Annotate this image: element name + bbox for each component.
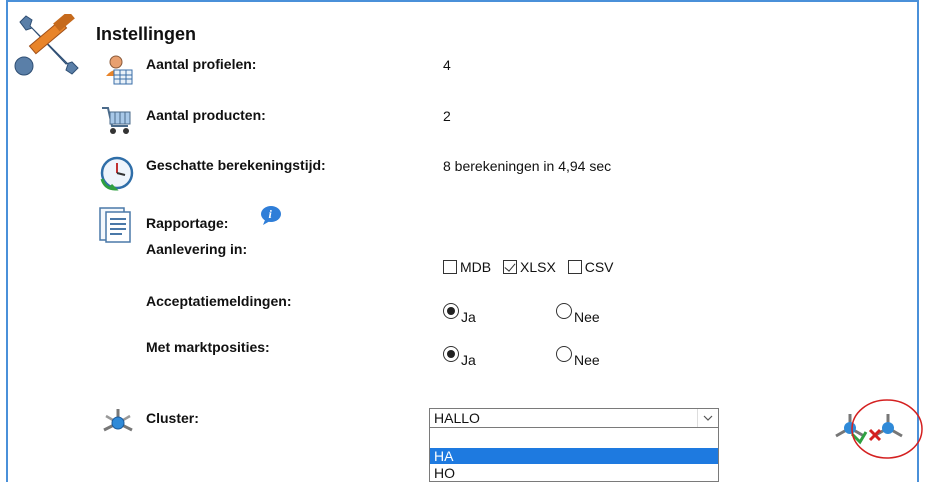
- cluster-selected-value: HALLO: [434, 410, 480, 426]
- cluster-label: Cluster:: [146, 410, 199, 426]
- highlight-circle-annotation: [850, 398, 924, 460]
- markt-label: Met marktposities:: [146, 339, 270, 355]
- cluster-option-empty[interactable]: [430, 430, 718, 446]
- markt-nee-dot[interactable]: [556, 346, 572, 362]
- acceptatie-ja-dot[interactable]: [443, 303, 459, 319]
- acceptatie-nee-dot[interactable]: [556, 303, 572, 319]
- acceptatie-label: Acceptatiemeldingen:: [146, 293, 292, 309]
- chevron-down-icon[interactable]: [697, 409, 718, 427]
- cluster-option-ha[interactable]: HA: [430, 448, 718, 464]
- acceptatie-nee-radio[interactable]: Nee: [556, 303, 600, 325]
- tools-icon: [10, 10, 86, 78]
- markt-ja-dot[interactable]: [443, 346, 459, 362]
- page-title: Instellingen: [96, 24, 197, 44]
- csv-checkbox[interactable]: CSV: [567, 259, 614, 275]
- berekeningstijd-value: 8 berekeningen in 4,94 sec: [443, 158, 612, 174]
- rapportage-label: Rapportage:: [146, 215, 229, 231]
- markt-ja-label: Ja: [461, 352, 476, 368]
- profielen-label: Aantal profielen:: [146, 56, 257, 72]
- cluster-option-ho[interactable]: HO: [430, 465, 718, 481]
- mdb-checkbox-box[interactable]: [443, 260, 457, 274]
- producten-label: Aantal producten:: [146, 107, 266, 123]
- markt-ja-radio[interactable]: Ja: [443, 346, 476, 368]
- mdb-label: MDB: [460, 259, 492, 275]
- xlsx-checkbox-box[interactable]: [503, 260, 518, 274]
- berekeningstijd-label: Geschatte berekeningstijd:: [146, 157, 326, 173]
- clock-icon: [99, 155, 135, 191]
- markt-nee-radio[interactable]: Nee: [556, 346, 600, 368]
- mdb-checkbox[interactable]: MDB: [443, 259, 491, 275]
- shopping-cart-icon: [100, 104, 134, 136]
- markt-nee-label: Nee: [574, 352, 600, 368]
- format-options: MDB XLSX CSV: [443, 259, 614, 275]
- xlsx-checkbox[interactable]: XLSX: [503, 259, 556, 275]
- aanlevering-label: Aanlevering in:: [146, 241, 248, 257]
- csv-label: CSV: [584, 259, 614, 275]
- xlsx-label: XLSX: [520, 259, 556, 275]
- profile-table-icon: [104, 54, 134, 86]
- acceptatie-ja-radio[interactable]: Ja: [443, 303, 476, 325]
- cluster-select[interactable]: HALLO: [429, 408, 719, 428]
- cluster-network-icon: [100, 406, 136, 440]
- info-icon[interactable]: i: [260, 204, 282, 226]
- profielen-value: 4: [443, 57, 451, 73]
- acceptatie-ja-label: Ja: [461, 309, 476, 325]
- cluster-dropdown-list: HA HO: [429, 428, 719, 482]
- csv-checkbox-box[interactable]: [567, 260, 582, 274]
- producten-value: 2: [443, 108, 451, 124]
- report-document-icon: [98, 206, 132, 244]
- acceptatie-nee-label: Nee: [574, 309, 600, 325]
